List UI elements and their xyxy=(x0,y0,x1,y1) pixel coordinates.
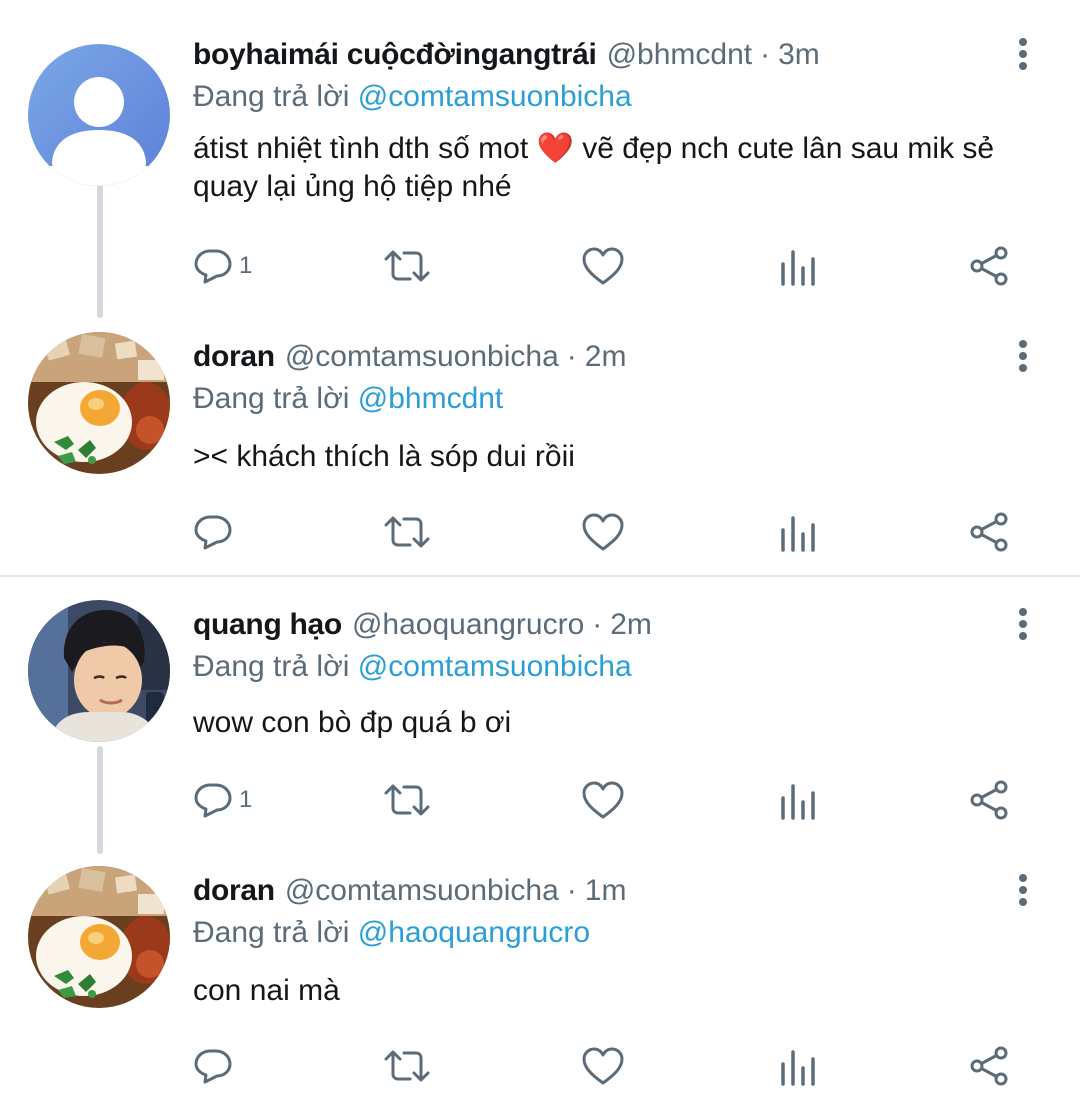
replying-to: Đang trả lời @comtamsuonbicha xyxy=(193,80,632,114)
separator-dot: · xyxy=(592,608,603,641)
separator-dot: · xyxy=(566,874,577,907)
more-options-icon[interactable] xyxy=(1008,870,1038,910)
tweet[interactable]: quang hạo @haoquangrucro · 2m Đang trả l… xyxy=(0,600,1080,840)
share-icon xyxy=(968,780,1012,820)
reply-icon xyxy=(193,1046,233,1086)
food-photo-avatar-icon xyxy=(28,332,170,474)
reply-count: 1 xyxy=(239,786,253,813)
tweet[interactable]: doran @comtamsuonbicha · 1m Đang trả lời… xyxy=(0,866,1080,1106)
display-name[interactable]: quang hạo xyxy=(193,608,342,642)
analytics-icon xyxy=(778,780,818,820)
person-photo-avatar-icon xyxy=(28,600,170,742)
reply-button[interactable]: 1 xyxy=(193,778,252,822)
share-button[interactable] xyxy=(968,1044,1012,1088)
like-icon xyxy=(581,246,625,286)
display-name[interactable]: boyhaimái cuộcđờingangtrái xyxy=(193,38,597,72)
username[interactable]: @comtamsuonbicha xyxy=(285,340,559,374)
replying-to: Đang trả lời @comtamsuonbicha xyxy=(193,650,632,684)
separator-dot: · xyxy=(566,340,577,373)
replying-to: Đang trả lời @haoquangrucro xyxy=(193,916,590,950)
tweet-header: doran @comtamsuonbicha · 1m xyxy=(193,866,626,916)
action-bar: 1 xyxy=(193,244,1023,288)
retweet-button[interactable] xyxy=(383,510,431,554)
username[interactable]: @haoquangrucro xyxy=(352,608,584,642)
avatar[interactable] xyxy=(28,332,170,474)
share-button[interactable] xyxy=(968,510,1012,554)
replying-prefix: Đang trả lời xyxy=(193,382,358,415)
like-button[interactable] xyxy=(581,510,625,554)
tweet-text: con nai mà xyxy=(193,974,340,1007)
like-icon xyxy=(581,780,625,820)
timestamp[interactable]: 2m xyxy=(585,340,627,374)
retweet-button[interactable] xyxy=(383,1044,431,1088)
reply-button[interactable] xyxy=(193,1044,239,1088)
analytics-button[interactable] xyxy=(778,778,818,822)
display-name[interactable]: doran xyxy=(193,874,275,908)
analytics-icon xyxy=(778,246,818,286)
replying-to: Đang trả lời @bhmcdnt xyxy=(193,382,503,416)
share-icon xyxy=(968,1046,1012,1086)
tweet-text: átist nhiệt tình dth số mot ❤️ vẽ đẹp nc… xyxy=(193,132,995,203)
reply-button[interactable]: 1 xyxy=(193,244,252,288)
retweet-button[interactable] xyxy=(383,244,431,288)
like-icon xyxy=(581,1046,625,1086)
like-button[interactable] xyxy=(581,778,625,822)
share-button[interactable] xyxy=(968,778,1012,822)
analytics-icon xyxy=(778,1046,818,1086)
tweet-text: wow con bò đp quá b ơi xyxy=(193,706,512,739)
more-options-icon[interactable] xyxy=(1008,604,1038,644)
reply-mention-link[interactable]: @comtamsuonbicha xyxy=(358,80,632,113)
reply-icon xyxy=(193,780,233,820)
replying-prefix: Đang trả lời xyxy=(193,916,358,949)
like-button[interactable] xyxy=(581,244,625,288)
reply-mention-link[interactable]: @bhmcdnt xyxy=(358,382,504,415)
action-bar xyxy=(193,510,1023,554)
reply-mention-link[interactable]: @haoquangrucro xyxy=(358,916,590,949)
analytics-icon xyxy=(778,512,818,552)
replying-prefix: Đang trả lời xyxy=(193,80,358,113)
analytics-button[interactable] xyxy=(778,1044,818,1088)
reply-count: 1 xyxy=(239,252,253,279)
default-avatar-icon xyxy=(28,44,170,186)
separator-dot: · xyxy=(760,38,771,71)
action-bar: 1 xyxy=(193,778,1023,822)
reply-mention-link[interactable]: @comtamsuonbicha xyxy=(358,650,632,683)
analytics-button[interactable] xyxy=(778,244,818,288)
reply-button[interactable] xyxy=(193,510,239,554)
like-icon xyxy=(581,512,625,552)
retweet-icon xyxy=(383,780,431,820)
avatar[interactable] xyxy=(28,44,170,186)
tweet-header: quang hạo @haoquangrucro · 2m xyxy=(193,600,652,650)
food-photo-avatar-icon xyxy=(28,866,170,1008)
action-bar xyxy=(193,1044,1023,1088)
tweet[interactable]: boyhaimái cuộcđờingangtrái @bhmcdnt · 3m… xyxy=(0,30,1080,310)
timestamp[interactable]: 3m xyxy=(778,38,820,72)
share-icon xyxy=(968,246,1012,286)
more-options-icon[interactable] xyxy=(1008,34,1038,74)
retweet-icon xyxy=(383,246,431,286)
thread-divider xyxy=(0,575,1080,577)
retweet-button[interactable] xyxy=(383,778,431,822)
like-button[interactable] xyxy=(581,1044,625,1088)
reply-icon xyxy=(193,246,233,286)
username[interactable]: @comtamsuonbicha xyxy=(285,874,559,908)
username[interactable]: @bhmcdnt xyxy=(607,38,753,72)
more-options-icon[interactable] xyxy=(1008,336,1038,376)
retweet-icon xyxy=(383,512,431,552)
tweet-header: doran @comtamsuonbicha · 2m xyxy=(193,332,626,382)
reply-icon xyxy=(193,512,233,552)
avatar[interactable] xyxy=(28,600,170,742)
timestamp[interactable]: 2m xyxy=(610,608,652,642)
timestamp[interactable]: 1m xyxy=(585,874,627,908)
tweet[interactable]: doran @comtamsuonbicha · 2m Đang trả lời… xyxy=(0,332,1080,572)
avatar[interactable] xyxy=(28,866,170,1008)
tweet-header: boyhaimái cuộcđờingangtrái @bhmcdnt · 3m xyxy=(193,30,820,80)
replying-prefix: Đang trả lời xyxy=(193,650,358,683)
share-button[interactable] xyxy=(968,244,1012,288)
share-icon xyxy=(968,512,1012,552)
tweet-text: >< khách thích là sóp dui rồii xyxy=(193,440,575,473)
analytics-button[interactable] xyxy=(778,510,818,554)
display-name[interactable]: doran xyxy=(193,340,275,374)
retweet-icon xyxy=(383,1046,431,1086)
